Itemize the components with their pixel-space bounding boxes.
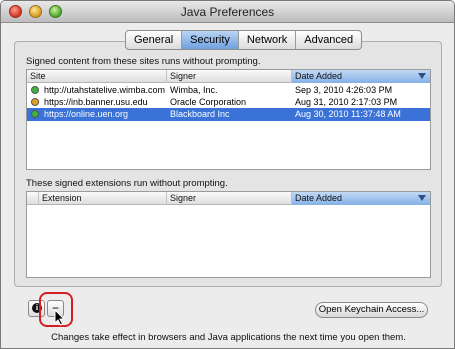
column-header-signer[interactable]: Signer — [167, 192, 292, 205]
site-cell: http://utahstatelive.wimba.com — [44, 85, 166, 95]
status-green-icon — [31, 86, 39, 94]
table-row-selected[interactable]: https://online.uen.org Blackboard Inc Au… — [27, 108, 430, 121]
tab-general[interactable]: General — [126, 31, 183, 49]
sort-descending-icon — [418, 73, 426, 79]
preferences-tabs: General Security Network Advanced — [125, 30, 363, 50]
footer-note: Changes take effect in browsers and Java… — [51, 332, 406, 343]
title-bar: Java Preferences — [1, 1, 454, 23]
extensions-section-label: These signed extensions run without prom… — [26, 178, 228, 189]
signed-sites-table[interactable]: Site Signer Date Added http://utahstatel… — [26, 69, 431, 170]
table-header: Site Signer Date Added — [27, 70, 430, 83]
tab-security[interactable]: Security — [182, 31, 239, 49]
column-header-extension[interactable]: Extension — [39, 192, 167, 205]
signer-cell: Oracle Corporation — [170, 97, 247, 107]
column-header-date-added[interactable]: Date Added — [292, 70, 430, 83]
status-green-icon — [31, 110, 39, 118]
date-cell: Aug 30, 2010 11:37:48 AM — [295, 109, 401, 119]
site-cell: https://inb.banner.usu.edu — [44, 97, 148, 107]
window-title: Java Preferences — [180, 5, 275, 19]
column-header-date-added-label: Date Added — [295, 193, 343, 203]
column-header-status — [27, 192, 39, 205]
status-yellow-icon — [31, 98, 39, 106]
java-preferences-window: Java Preferences General Security Networ… — [0, 0, 455, 349]
date-cell: Sep 3, 2010 4:26:03 PM — [295, 85, 393, 95]
date-cell: Aug 31, 2010 2:17:03 PM — [295, 97, 398, 107]
column-header-date-added-label: Date Added — [295, 71, 343, 81]
tab-network[interactable]: Network — [239, 31, 297, 49]
column-header-date-added[interactable]: Date Added — [292, 192, 430, 205]
mouse-pointer-icon — [54, 309, 66, 326]
column-header-signer[interactable]: Signer — [167, 70, 292, 83]
tab-advanced[interactable]: Advanced — [296, 31, 361, 49]
table-header: Extension Signer Date Added — [27, 192, 430, 205]
open-keychain-access-button[interactable]: Open Keychain Access... — [315, 302, 428, 318]
signer-cell: Wimba, Inc. — [170, 85, 218, 95]
sites-section-label: Signed content from these sites runs wit… — [26, 56, 261, 67]
site-cell: https://online.uen.org — [44, 109, 129, 119]
signer-cell: Blackboard Inc — [170, 109, 230, 119]
sort-descending-icon — [418, 195, 426, 201]
signed-extensions-table[interactable]: Extension Signer Date Added — [26, 191, 431, 278]
column-header-site[interactable]: Site — [27, 70, 167, 83]
